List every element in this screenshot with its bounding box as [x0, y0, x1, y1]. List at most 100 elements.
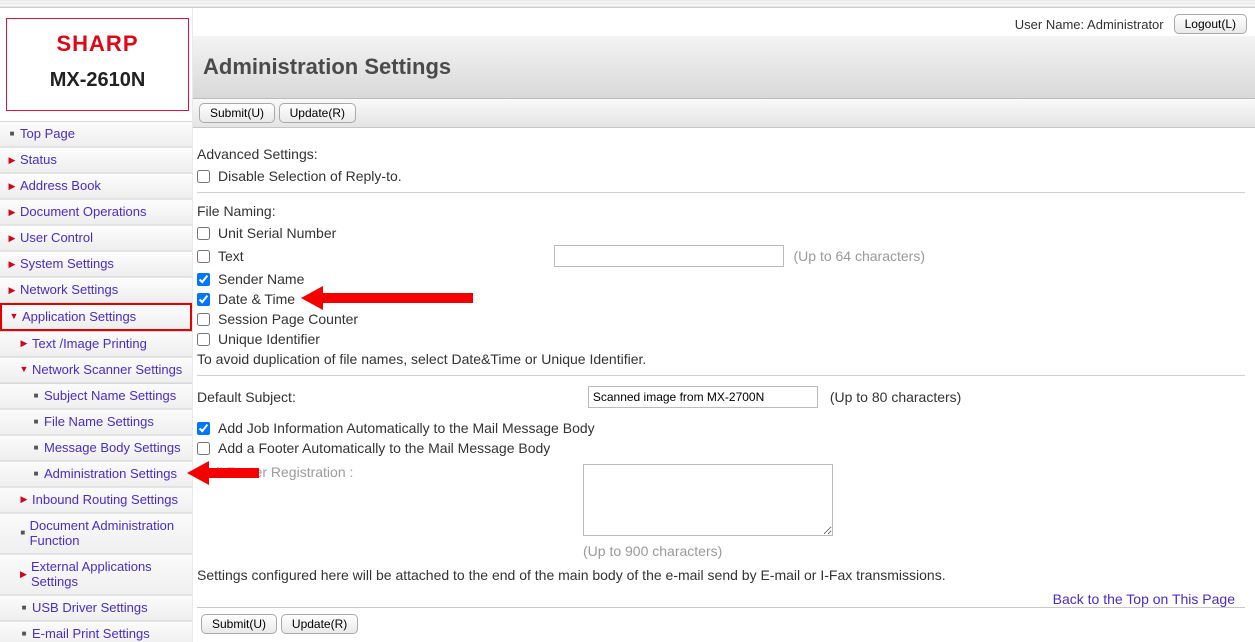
session-page-counter-label: Session Page Counter [218, 311, 358, 327]
stop-icon: ■ [18, 603, 30, 613]
triangle-right-icon: ▶ [18, 494, 30, 505]
add-footer-checkbox[interactable] [197, 442, 210, 455]
nav-user-control[interactable]: ▶ User Control [0, 225, 192, 251]
button-row-top: Submit(U) Update(R) [193, 99, 1255, 128]
nav-status[interactable]: ▶ Status [0, 147, 192, 173]
title-band: Administration Settings [193, 36, 1255, 99]
nav: ■ Top Page ▶ Status ▶ Address Book ▶ Doc… [0, 121, 192, 642]
nav-link[interactable]: Address Book [20, 178, 101, 194]
disable-reply-to-checkbox[interactable] [197, 170, 210, 183]
nav-application-settings[interactable]: ▼ Application Settings [0, 303, 192, 331]
nav-file-name-settings[interactable]: ■ File Name Settings [0, 409, 192, 435]
nav-link[interactable]: Document Operations [20, 204, 146, 220]
nav-usb-driver-settings[interactable]: ■ USB Driver Settings [0, 595, 192, 621]
brand-logo: SHARP [13, 31, 182, 57]
stop-icon: ■ [30, 391, 42, 401]
default-subject-hint: (Up to 80 characters) [830, 389, 962, 405]
nav-subject-name-settings[interactable]: ■ Subject Name Settings [0, 383, 192, 409]
content: Advanced Settings: Disable Selection of … [193, 128, 1255, 638]
nav-network-settings[interactable]: ▶ Network Settings [0, 277, 192, 303]
text-checkbox[interactable] [197, 250, 210, 263]
model-number: MX-2610N [13, 69, 182, 92]
userbar: User Name: Administrator Logout(L) [193, 8, 1255, 34]
nav-link[interactable]: Network Scanner Settings [32, 362, 182, 378]
nav-email-print-settings[interactable]: ■ E-mail Print Settings [0, 621, 192, 642]
nav-link[interactable]: Inbound Routing Settings [32, 492, 178, 508]
nav-link[interactable]: Top Page [20, 126, 75, 142]
nav-message-body-settings[interactable]: ■ Message Body Settings [0, 435, 192, 461]
nav-text-image-printing[interactable]: ▶ Text /Image Printing [0, 331, 192, 357]
page-title: Administration Settings [203, 54, 1255, 80]
sidebar: SHARP MX-2610N ■ Top Page ▶ Status ▶ Add… [0, 8, 193, 642]
unit-serial-checkbox[interactable] [197, 227, 210, 240]
stop-icon: ■ [18, 629, 30, 639]
nav-system-settings[interactable]: ▶ System Settings [0, 251, 192, 277]
date-time-checkbox[interactable] [197, 293, 210, 306]
update-button-bottom[interactable]: Update(R) [281, 614, 358, 634]
unique-identifier-label: Unique Identifier [218, 331, 320, 347]
nav-link[interactable]: User Control [20, 230, 93, 246]
nav-link[interactable]: System Settings [20, 256, 114, 272]
triangle-right-icon: ▶ [18, 338, 30, 349]
brand-box: SHARP MX-2610N [6, 18, 189, 111]
session-page-counter-checkbox[interactable] [197, 313, 210, 326]
logout-button[interactable]: Logout(L) [1174, 14, 1247, 34]
nav-inbound-routing-settings[interactable]: ▶ Inbound Routing Settings [0, 487, 192, 513]
submit-button-bottom[interactable]: Submit(U) [201, 614, 277, 634]
stop-icon: ■ [18, 528, 28, 538]
nav-link[interactable]: Message Body Settings [44, 440, 181, 456]
text-hint: (Up to 64 characters) [794, 248, 926, 264]
nav-link[interactable]: Administration Settings [44, 466, 177, 482]
nav-link[interactable]: USB Driver Settings [32, 600, 148, 616]
triangle-right-icon: ▶ [6, 155, 18, 166]
default-subject-input[interactable] [588, 386, 818, 408]
triangle-down-icon: ▼ [8, 311, 20, 322]
button-row-bottom: Submit(U) Update(R) [197, 607, 1245, 634]
user-name-label: User Name: Administrator [1015, 17, 1164, 32]
nav-document-operations[interactable]: ▶ Document Operations [0, 199, 192, 225]
nav-external-app-settings[interactable]: ▶ External Applications Settings [0, 554, 192, 595]
add-footer-label: Add a Footer Automatically to the Mail M… [218, 440, 550, 456]
nav-link[interactable]: Status [20, 152, 57, 168]
mail-footer-label: Mail Footer Registration : [197, 464, 577, 480]
nav-administration-settings[interactable]: ■ Administration Settings [0, 461, 192, 487]
text-input[interactable] [554, 245, 784, 267]
sender-name-label: Sender Name [218, 271, 304, 287]
nav-top-page[interactable]: ■ Top Page [0, 121, 192, 147]
triangle-down-icon: ▼ [18, 364, 30, 375]
sender-name-checkbox[interactable] [197, 273, 210, 286]
default-subject-label: Default Subject: [197, 389, 296, 405]
mail-footer-hint: (Up to 900 characters) [583, 543, 833, 559]
triangle-right-icon: ▶ [6, 259, 18, 270]
nav-network-scanner-settings[interactable]: ▼ Network Scanner Settings [0, 357, 192, 383]
nav-link[interactable]: Text /Image Printing [32, 336, 147, 352]
stop-icon: ■ [30, 469, 42, 479]
update-button[interactable]: Update(R) [279, 103, 356, 123]
duplication-note: To avoid duplication of file names, sele… [197, 351, 646, 367]
nav-link[interactable]: File Name Settings [44, 414, 154, 430]
file-naming-label: File Naming: [197, 203, 1245, 219]
nav-address-book[interactable]: ▶ Address Book [0, 173, 192, 199]
stop-icon: ■ [6, 129, 18, 139]
nav-link[interactable]: Subject Name Settings [44, 388, 176, 404]
submit-button[interactable]: Submit(U) [199, 103, 275, 123]
unique-identifier-checkbox[interactable] [197, 333, 210, 346]
nav-link[interactable]: External Applications Settings [31, 559, 188, 590]
nav-document-admin-function[interactable]: ■ Document Administration Function [0, 513, 192, 554]
mail-footer-textarea[interactable] [583, 464, 833, 536]
disable-reply-to-label: Disable Selection of Reply-to. [218, 168, 402, 184]
unit-serial-label: Unit Serial Number [218, 225, 336, 241]
triangle-right-icon: ▶ [6, 207, 18, 218]
nav-link[interactable]: Application Settings [22, 309, 136, 325]
main: User Name: Administrator Logout(L) Admin… [193, 8, 1255, 642]
nav-link[interactable]: E-mail Print Settings [32, 626, 150, 642]
back-to-top-link[interactable]: Back to the Top on This Page [1053, 591, 1235, 607]
triangle-right-icon: ▶ [6, 285, 18, 296]
text-label: Text [218, 248, 244, 264]
stop-icon: ■ [30, 417, 42, 427]
date-time-label: Date & Time [218, 291, 295, 307]
add-job-info-checkbox[interactable] [197, 422, 210, 435]
nav-link[interactable]: Network Settings [20, 282, 118, 298]
triangle-right-icon: ▶ [18, 569, 29, 580]
nav-link[interactable]: Document Administration Function [30, 518, 188, 549]
